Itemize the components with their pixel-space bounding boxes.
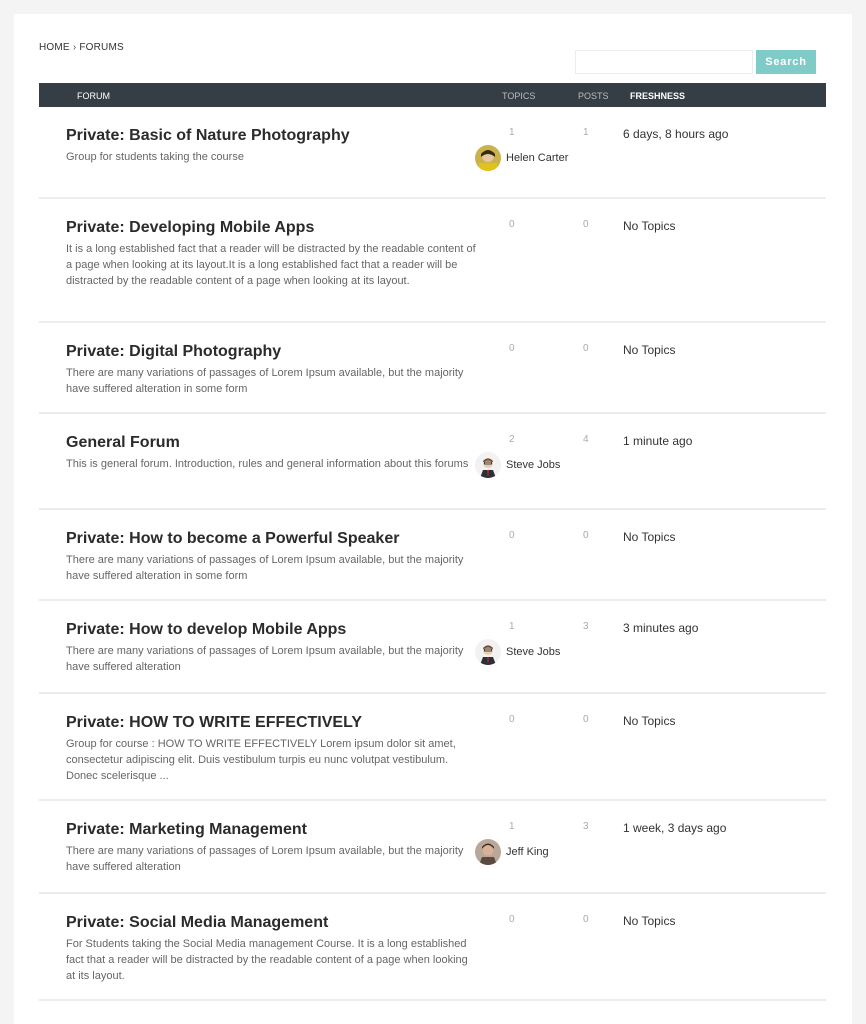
user-name-link[interactable]: Steve Jobs — [506, 646, 560, 658]
post-count: 0 — [583, 343, 589, 354]
post-count: 0 — [583, 219, 589, 230]
forum-title-link[interactable]: Private: How to develop Mobile Apps — [66, 621, 346, 639]
freshness-link: No Topics — [623, 714, 676, 728]
forum-row: Private: How to become a Powerful Speake… — [39, 510, 826, 601]
topic-count: 0 — [509, 714, 515, 725]
column-header-forum: FORUM — [77, 91, 110, 101]
user-avatar-icon[interactable] — [475, 639, 501, 665]
breadcrumb-home-link[interactable]: HOME — [39, 42, 70, 53]
column-header-posts: POSTS — [578, 91, 609, 101]
forum-row: General Forum This is general forum. Intr… — [39, 414, 826, 510]
topic-count: 0 — [509, 343, 515, 354]
user-avatar-icon[interactable] — [475, 452, 501, 478]
freshness-link[interactable]: 3 minutes ago — [623, 621, 698, 635]
forum-row: Private: Marketing Management There are m… — [39, 801, 826, 894]
freshness-link: No Topics — [623, 343, 676, 357]
topic-count: 1 — [509, 127, 515, 138]
breadcrumb-separator: › — [72, 42, 77, 53]
topic-count: 0 — [509, 530, 515, 541]
forum-table-header: FORUM TOPICS POSTS FRESHNESS — [39, 83, 826, 107]
user-avatar-icon[interactable] — [475, 145, 501, 171]
forum-description: Group for students taking the course — [66, 151, 244, 163]
user-name-link[interactable]: Helen Carter — [506, 152, 568, 164]
freshness-link: No Topics — [623, 530, 676, 544]
topic-count: 0 — [509, 219, 515, 230]
freshness-link[interactable]: 1 week, 3 days ago — [623, 821, 726, 835]
forum-row: Private: How to develop Mobile Apps There… — [39, 601, 826, 694]
post-count: 0 — [583, 914, 589, 925]
forum-row: Private: Developing Mobile Apps It is a l… — [39, 199, 826, 323]
forum-row: Private: Digital Photography There are ma… — [39, 323, 826, 414]
forum-description: This is general forum. Introduction, rul… — [66, 458, 469, 470]
forum-title-link[interactable]: General Forum — [66, 434, 180, 452]
topic-count: 2 — [509, 434, 515, 445]
forum-description: There are many variations of passages of… — [66, 845, 464, 873]
forum-title-link[interactable]: Private: Developing Mobile Apps — [66, 219, 314, 237]
post-count: 1 — [583, 127, 589, 138]
freshness-link: No Topics — [623, 914, 676, 928]
search-form: Search — [575, 50, 816, 74]
topic-count: 1 — [509, 621, 515, 632]
forum-description: Group for course : HOW TO WRITE EFFECTIV… — [66, 738, 456, 782]
forum-page: HOME › FORUMS Search FORUM TOPICS POSTS FR… — [14, 14, 852, 1024]
forum-title-link[interactable]: Private: Marketing Management — [66, 821, 307, 839]
forum-description: For Students taking the Social Media man… — [66, 938, 468, 982]
post-count: 0 — [583, 530, 589, 541]
last-poster[interactable]: Steve Jobs — [475, 452, 560, 478]
post-count: 0 — [583, 714, 589, 725]
breadcrumb-current: FORUMS — [79, 42, 124, 53]
forum-row: Private: Basic of Nature Photography Grou… — [39, 107, 826, 199]
topic-count: 1 — [509, 821, 515, 832]
column-header-freshness: FRESHNESS — [630, 91, 686, 101]
freshness-link: No Topics — [623, 219, 676, 233]
last-poster[interactable]: Steve Jobs — [475, 639, 560, 665]
breadcrumb: HOME › FORUMS — [39, 42, 124, 53]
user-name-link[interactable]: Jeff King — [506, 846, 549, 858]
forum-list: Private: Basic of Nature Photography Grou… — [39, 107, 826, 1001]
search-input[interactable] — [575, 50, 753, 74]
forum-title-link[interactable]: Private: How to become a Powerful Speake… — [66, 530, 399, 548]
forum-row: Private: Social Media Management For Stud… — [39, 894, 826, 1001]
forum-title-link[interactable]: Private: HOW TO WRITE EFFECTIVELY — [66, 714, 362, 732]
last-poster[interactable]: Jeff King — [475, 839, 549, 865]
post-count: 3 — [583, 821, 589, 832]
column-header-topics: TOPICS — [502, 91, 536, 101]
topic-count: 0 — [509, 914, 515, 925]
post-count: 4 — [583, 434, 589, 445]
search-button[interactable]: Search — [756, 50, 816, 74]
forum-description: There are many variations of passages of… — [66, 367, 464, 395]
forum-title-link[interactable]: Private: Social Media Management — [66, 914, 328, 932]
forum-description: It is a long established fact that a rea… — [66, 243, 476, 287]
forum-title-link[interactable]: Private: Basic of Nature Photography — [66, 127, 350, 145]
post-count: 3 — [583, 621, 589, 632]
forum-row: Private: HOW TO WRITE EFFECTIVELY Group f… — [39, 694, 826, 801]
last-poster[interactable]: Helen Carter — [475, 145, 568, 171]
forum-description: There are many variations of passages of… — [66, 554, 464, 582]
freshness-link[interactable]: 1 minute ago — [623, 434, 692, 448]
forum-description: There are many variations of passages of… — [66, 645, 464, 673]
freshness-link[interactable]: 6 days, 8 hours ago — [623, 127, 728, 141]
user-avatar-icon[interactable] — [475, 839, 501, 865]
user-name-link[interactable]: Steve Jobs — [506, 459, 560, 471]
forum-title-link[interactable]: Private: Digital Photography — [66, 343, 281, 361]
